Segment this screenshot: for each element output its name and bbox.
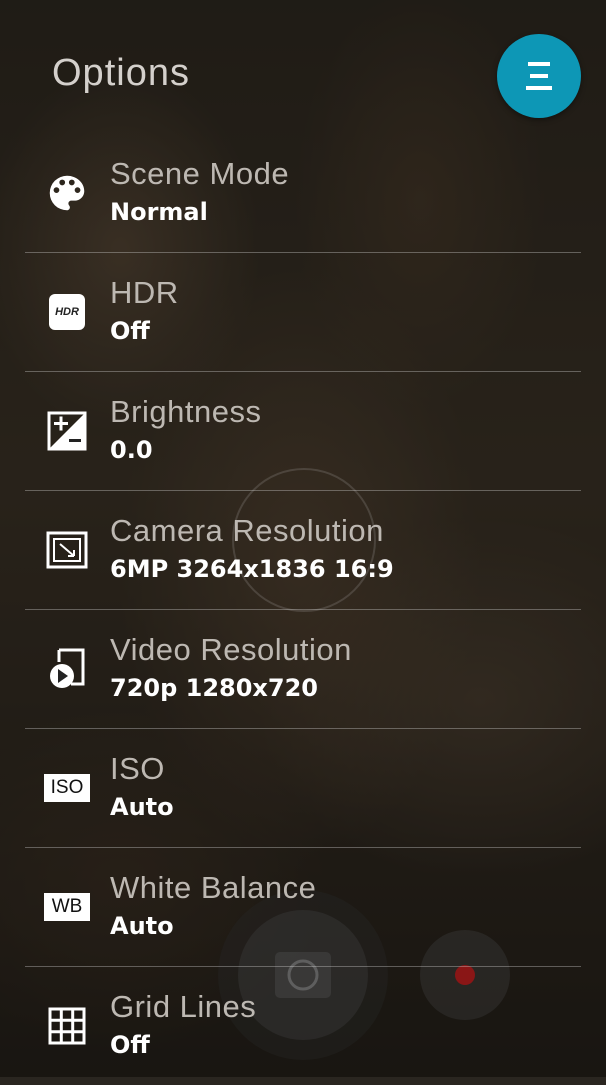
page-title: Options	[52, 52, 190, 94]
option-label: Grid Lines	[110, 989, 257, 1024]
option-value: 0.0	[110, 436, 153, 464]
option-label: HDR	[110, 275, 179, 310]
grid-icon	[43, 1002, 91, 1050]
iso-icon-text: ISO	[50, 777, 84, 798]
option-grid-lines[interactable]: Grid Lines Off	[25, 967, 581, 1085]
option-value: Auto	[110, 793, 174, 821]
options-list: Scene Mode Normal HDR HDR Off Brightness…	[25, 134, 581, 1085]
option-label: ISO	[110, 751, 165, 786]
option-value: Normal	[110, 198, 208, 226]
hdr-icon: HDR	[43, 288, 91, 336]
wb-icon-text: WB	[51, 896, 83, 917]
option-label: Video Resolution	[110, 632, 352, 667]
option-value: Off	[110, 1031, 150, 1059]
option-label: Camera Resolution	[110, 513, 384, 548]
menu-icon	[526, 62, 552, 90]
option-iso[interactable]: ISO ISO Auto	[25, 729, 581, 848]
option-video-resolution[interactable]: Video Resolution 720p 1280x720	[25, 610, 581, 729]
option-camera-resolution[interactable]: Camera Resolution 6MP 3264x1836 16:9	[25, 491, 581, 610]
option-hdr[interactable]: HDR HDR Off	[25, 253, 581, 372]
option-white-balance[interactable]: WB White Balance Auto	[25, 848, 581, 967]
option-brightness[interactable]: Brightness 0.0	[25, 372, 581, 491]
option-label: Brightness	[110, 394, 262, 429]
exposure-icon	[43, 407, 91, 455]
white-balance-icon: WB	[44, 883, 90, 931]
video-file-icon	[43, 645, 91, 693]
option-value: Off	[110, 317, 150, 345]
menu-button[interactable]	[497, 34, 581, 118]
option-value: 6MP 3264x1836 16:9	[110, 555, 394, 583]
option-label: Scene Mode	[110, 156, 290, 191]
hdr-icon-text: HDR	[55, 306, 79, 318]
option-value: 720p 1280x720	[110, 674, 319, 702]
option-label: White Balance	[110, 870, 317, 905]
iso-icon: ISO	[44, 764, 90, 812]
option-value: Auto	[110, 912, 174, 940]
palette-icon	[43, 169, 91, 217]
photo-size-icon	[43, 526, 91, 574]
option-scene-mode[interactable]: Scene Mode Normal	[25, 134, 581, 253]
